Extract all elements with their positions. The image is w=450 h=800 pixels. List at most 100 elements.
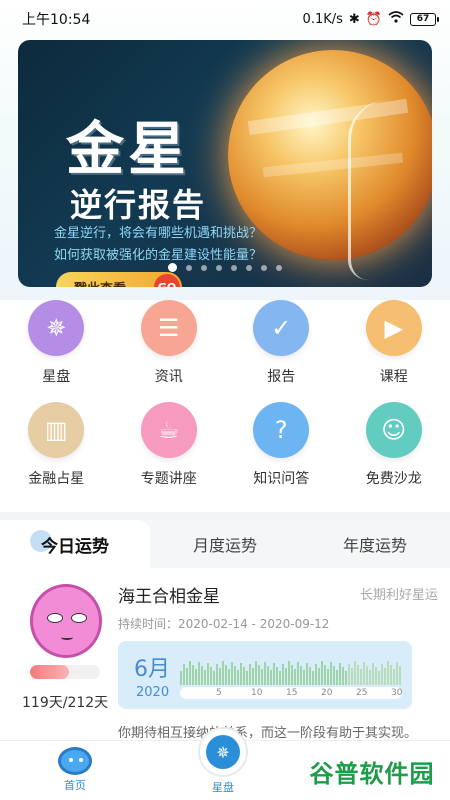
network-speed: 0.1K/s — [302, 11, 343, 27]
avatar-eye — [71, 613, 87, 623]
day-bar — [336, 670, 338, 685]
axis-tick: 20 — [321, 688, 333, 698]
menu-item-label: 知识问答 — [253, 471, 310, 487]
fortune-tag: 长期利好星运 — [359, 588, 438, 603]
nav-home[interactable]: 首页 — [58, 747, 92, 793]
day-bar — [252, 668, 254, 685]
day-bar — [369, 670, 371, 685]
menu-item-label: 资讯 — [154, 369, 183, 385]
banner-line: 金星逆行，将会有哪些机遇和挑战？ — [54, 226, 263, 241]
day-bar — [360, 669, 362, 685]
menu-item-label: 金融占星 — [28, 471, 85, 487]
menu-item-label: 专题讲座 — [140, 471, 197, 487]
wifi-icon — [388, 11, 404, 27]
chart-nav-icon: ✵ — [198, 727, 248, 777]
day-bar — [330, 662, 332, 685]
fortune-description: 你期待相互接纳的关系，而这一阶段有助于其实现。 — [118, 726, 418, 741]
watermark-logo: 谷普软件园 — [304, 752, 440, 790]
tab-label: 年度运势 — [342, 536, 407, 555]
axis-tick: 5 — [216, 688, 222, 698]
day-bar — [300, 666, 302, 685]
avatar-eye — [47, 613, 63, 623]
carousel-dot[interactable] — [168, 263, 177, 272]
fortune-tab[interactable]: 年度运势 — [300, 520, 450, 568]
day-bar — [387, 661, 389, 685]
day-bar — [267, 666, 269, 685]
menu-item[interactable]: ☺ 免费沙龙 — [338, 402, 450, 487]
day-bar — [201, 666, 203, 685]
day-bar — [318, 668, 320, 685]
alarm-icon: ⏰ — [365, 11, 382, 27]
day-bar — [339, 663, 341, 685]
day-bar — [354, 661, 356, 685]
daily-bars — [180, 661, 401, 685]
fortune-tab[interactable]: 今日运势 — [0, 520, 150, 568]
carousel-dot[interactable] — [231, 264, 237, 271]
day-bar — [282, 664, 284, 685]
bluetooth-icon: ✱ — [348, 11, 360, 27]
carousel-indicator[interactable] — [168, 263, 282, 272]
menu-item[interactable]: ▶ 课程 — [338, 300, 450, 385]
compass-icon: ✵ — [28, 300, 85, 356]
day-bar — [348, 664, 350, 685]
day-bar — [219, 668, 221, 685]
carousel-dot[interactable] — [261, 264, 267, 271]
promo-banner[interactable]: 金星 逆行报告 金星逆行，将会有哪些机遇和挑战？ 如何获取被强化的金星建设性能量… — [18, 40, 432, 287]
document-icon: ☰ — [140, 300, 197, 356]
day-bar — [198, 662, 200, 685]
avatar-mouth — [61, 635, 73, 640]
nav-chart-label: 星盘 — [212, 781, 234, 794]
figure-illustration — [348, 100, 428, 280]
nav-chart[interactable]: ✵ 星盘 — [198, 727, 248, 795]
day-bar — [309, 667, 311, 685]
fortune-title[interactable]: 海王合相金星 — [118, 582, 220, 607]
carousel-dot[interactable] — [186, 264, 192, 271]
day-bar — [315, 664, 317, 685]
axis-tick: 15 — [286, 688, 298, 698]
day-bar — [183, 664, 185, 685]
calendar-year: 2020 — [136, 685, 170, 700]
nav-home-label: 首页 — [64, 779, 86, 792]
fortune-duration: 持续时间：2020-02-14 - 2020-09-12 — [118, 617, 330, 631]
day-bar — [288, 661, 290, 685]
menu-item[interactable]: ☕ 专题讲座 — [113, 402, 226, 487]
carousel-dot[interactable] — [216, 264, 222, 271]
menu-item[interactable]: ✵ 星盘 — [0, 300, 113, 385]
menu-item[interactable]: ☰ 资讯 — [113, 300, 226, 385]
day-bar — [333, 666, 335, 685]
go-badge: GO — [154, 274, 180, 287]
day-bar — [261, 669, 263, 685]
carousel-dot[interactable] — [246, 264, 252, 271]
day-bar — [255, 661, 257, 685]
banner-button-label: 戳此查看 — [74, 278, 126, 288]
day-bar — [381, 664, 383, 685]
day-bar — [180, 671, 182, 685]
clipboard-check-icon: ✓ — [253, 300, 310, 356]
day-bar — [225, 665, 227, 685]
day-bar — [204, 670, 206, 685]
tab-label: 今日运势 — [41, 536, 109, 557]
axis-tick: 30 — [391, 688, 403, 698]
menu-item[interactable]: ✓ 报告 — [225, 300, 338, 385]
play-book-icon: ▶ — [365, 300, 422, 356]
compass-icon: ✵ — [206, 735, 240, 769]
day-bar — [258, 665, 260, 685]
menu-item[interactable]: ? 知识问答 — [225, 402, 338, 487]
day-bar — [270, 670, 272, 685]
day-bar — [390, 665, 392, 685]
day-axis: 5 10 15 20 25 30 — [180, 687, 402, 699]
cup-icon: ☕ — [140, 402, 197, 458]
day-bar — [357, 665, 359, 685]
day-bar — [351, 668, 353, 685]
menu-item-label: 星盘 — [42, 369, 71, 385]
carousel-dot[interactable] — [276, 264, 282, 271]
banner-view-button[interactable]: 戳此查看 GO — [56, 272, 182, 287]
menu-item[interactable]: ▥ 金融占星 — [0, 402, 113, 487]
carousel-dot[interactable] — [201, 264, 207, 271]
day-bar — [240, 663, 242, 685]
day-bar — [378, 671, 380, 685]
fortune-tab[interactable]: 月度运势 — [150, 520, 300, 568]
banner-title: 金星 — [66, 115, 191, 183]
day-bar — [285, 668, 287, 685]
day-bar — [303, 670, 305, 685]
